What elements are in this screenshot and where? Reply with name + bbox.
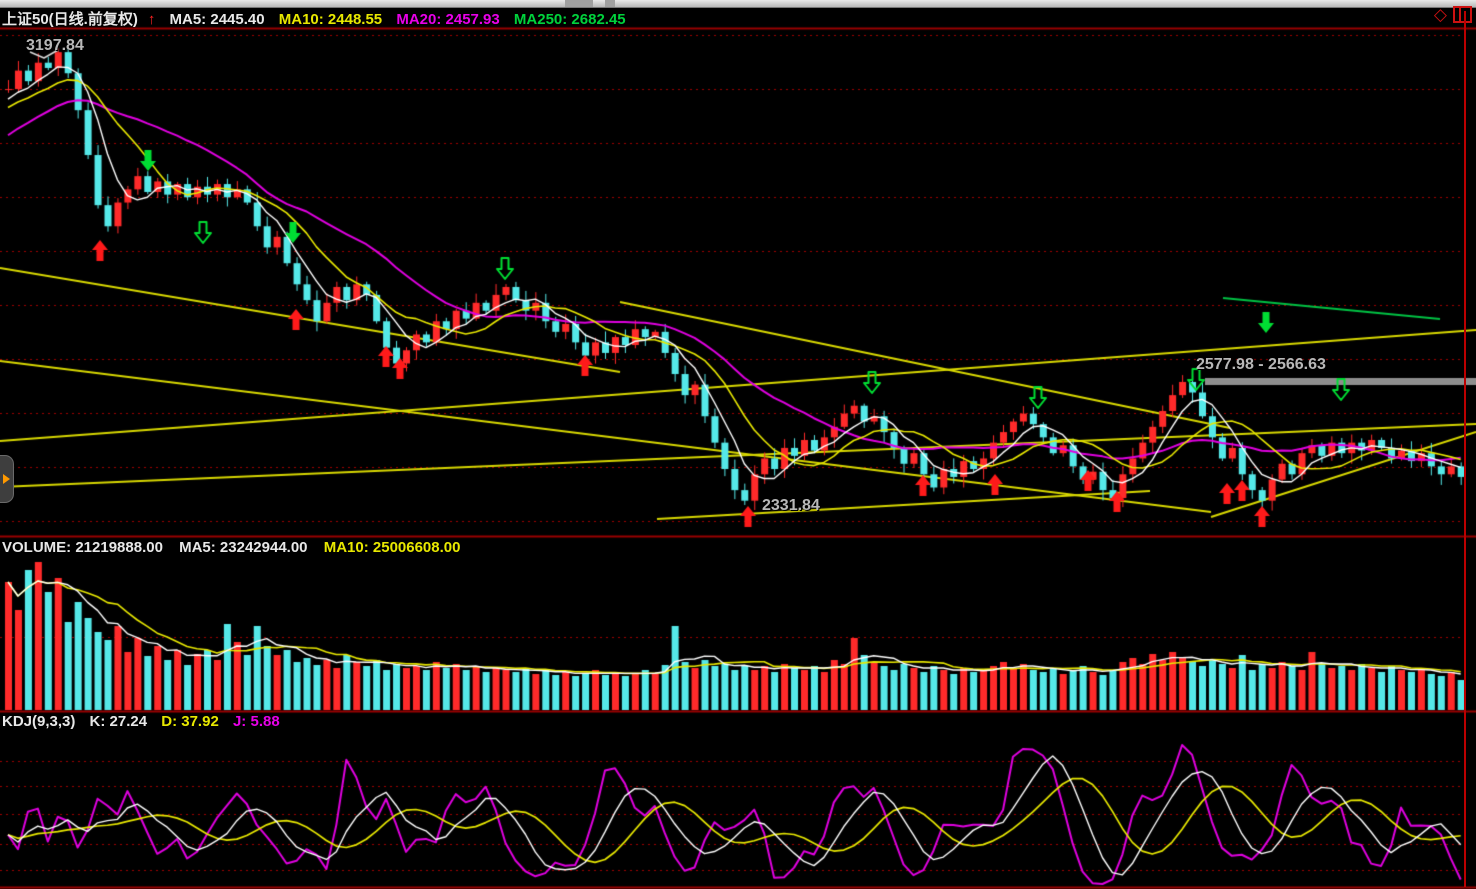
top-strip-notch <box>605 0 615 7</box>
ma10-value: MA10: 2448.55 <box>279 11 382 28</box>
ma20-value: MA20: 2457.93 <box>396 11 499 28</box>
symbol-title: 上证50(日线.前复权) <box>2 11 138 28</box>
kdj-j-value: J: 5.88 <box>233 713 280 730</box>
volume-value: VOLUME: 21219888.00 <box>2 539 163 556</box>
low-price-label: 2331.84 <box>762 497 820 515</box>
main-chart-header: 上证50(日线.前复权) ↑ MA5: 2445.40 MA10: 2448.55… <box>2 8 636 28</box>
chart-canvas[interactable] <box>0 0 1476 889</box>
volume-ma10-value: MA10: 25006608.00 <box>324 539 461 556</box>
trading-app-window: 上证50(日线.前复权) ↑ MA5: 2445.40 MA10: 2448.55… <box>0 0 1476 889</box>
split-window-icon[interactable] <box>1453 6 1472 23</box>
sidebar-expand-handle[interactable] <box>0 455 14 503</box>
resistance-range-label: 2577.98 - 2566.63 <box>1196 356 1326 374</box>
top-strip-notch <box>565 0 593 7</box>
ma5-value: MA5: 2445.40 <box>170 11 265 28</box>
header-toolbar: ◇ <box>1434 6 1472 23</box>
up-arrow-icon: ↑ <box>148 11 156 28</box>
ma250-value: MA250: 2682.45 <box>514 11 626 28</box>
expand-arrow-icon <box>3 474 10 484</box>
volume-ma5-value: MA5: 23242944.00 <box>179 539 307 556</box>
right-edge-marker <box>1464 11 1466 887</box>
volume-pane-header: VOLUME: 21219888.00 MA5: 23242944.00 MA1… <box>2 539 472 556</box>
kdj-d-value: D: 37.92 <box>161 713 219 730</box>
kdj-title: KDJ(9,3,3) <box>2 713 75 730</box>
peak-price-label: 3197.84 <box>26 37 84 55</box>
kdj-k-value: K: 27.24 <box>90 713 148 730</box>
diamond-icon[interactable]: ◇ <box>1434 6 1447 23</box>
kdj-pane-header: KDJ(9,3,3) K: 27.24 D: 37.92 J: 5.88 <box>2 713 290 730</box>
window-top-strip <box>0 0 1476 8</box>
